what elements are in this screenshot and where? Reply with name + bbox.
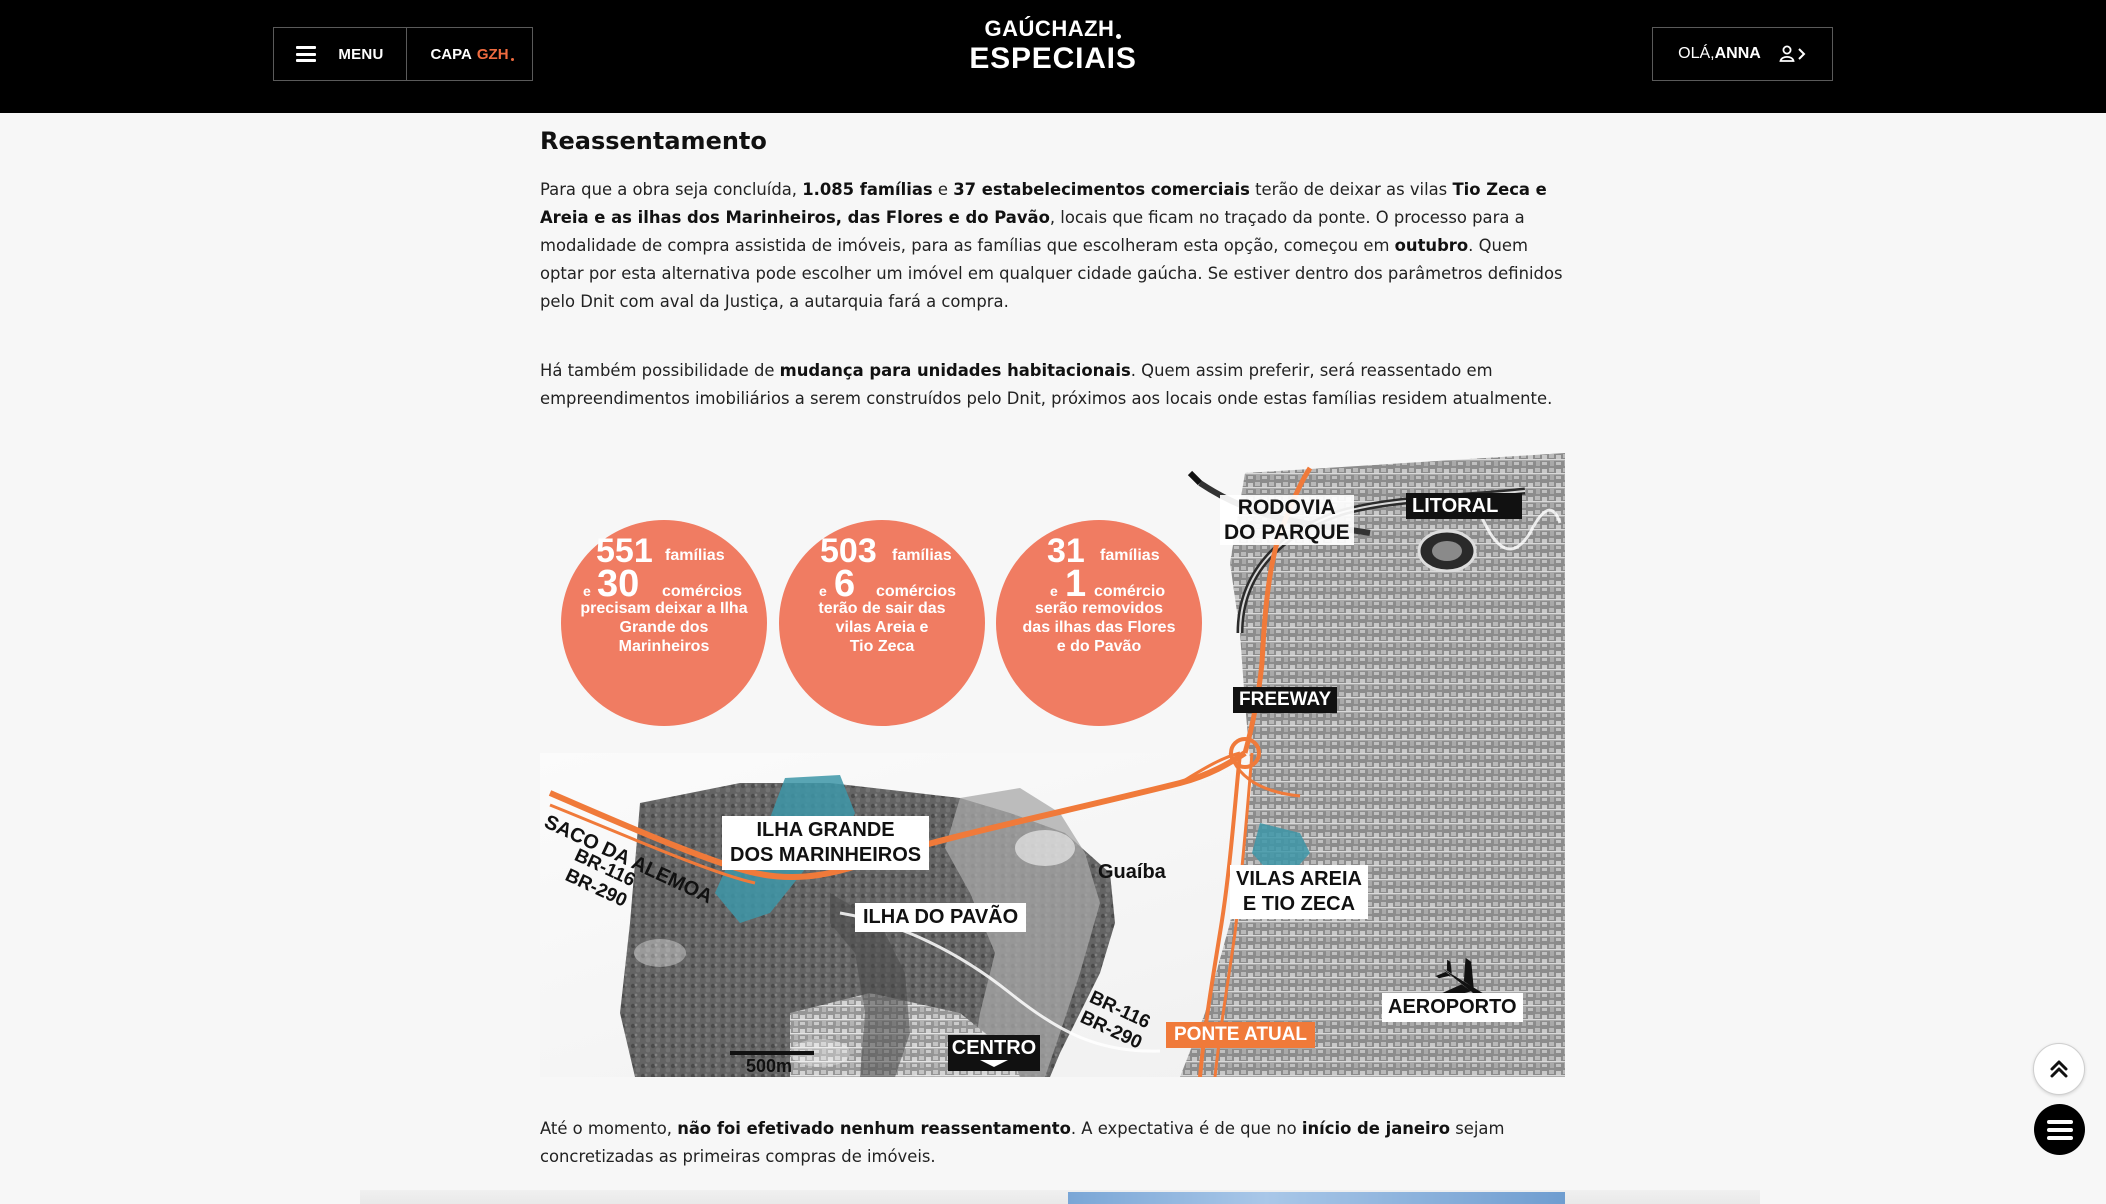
- menu-lines-icon: [2046, 1119, 2073, 1140]
- stat-commerce-word: comércio: [1094, 583, 1166, 600]
- section-heading: Reassentamento: [540, 127, 767, 155]
- stat-circle-vilas: 503 famílias e 6 comércios terão de sair…: [818, 532, 957, 655]
- stat-commerce-number: 30: [597, 563, 640, 605]
- logo-bottom-text: ESPECIAIS: [969, 42, 1137, 75]
- menu-group: MENU CAPA GZH: [273, 27, 533, 81]
- gzh-brand-label: GZH: [476, 45, 514, 63]
- stat-commerce-number: 6: [834, 563, 856, 605]
- stat-circle-ilhas-flores-pavao: 31 famílias e 1 comércio serão removidos…: [1022, 532, 1176, 655]
- reassentamento-infographic-map: 551 famílias e 30 comércios precisam dei…: [540, 453, 1565, 1077]
- scroll-to-top-button[interactable]: [2033, 1043, 2085, 1095]
- user-greeting: OLÁ,ANNA: [1678, 45, 1761, 62]
- label-aeroporto: AEROPORTO: [1382, 993, 1523, 1022]
- paragraph-reassentamento: Para que a obra seja concluída, 1.085 fa…: [540, 180, 1563, 311]
- label-vilas-areia-tio-zeca: VILAS AREIA E TIO ZECA: [1230, 865, 1368, 919]
- next-photo-edge: [1068, 1192, 1565, 1204]
- stat-families-word: famílias: [892, 547, 952, 564]
- label-ilha-grande-dos-marinheiros: ILHA GRANDE DOS MARINHEIROS: [722, 816, 930, 870]
- double-chevron-up-icon: [2050, 1060, 2068, 1078]
- scale-bar: [730, 1051, 814, 1055]
- stadium-icon: [1417, 529, 1477, 573]
- logo-top-text: GAÚCHAZH: [984, 16, 1115, 41]
- label-scale-500m: 500m: [746, 1056, 793, 1076]
- label-ponte-atual: PONTE ATUAL: [1166, 1022, 1315, 1048]
- paragraph-unidades-habitacionais: Há também possibilidade de mudança para …: [540, 361, 1553, 408]
- user-name: ANNA: [1714, 45, 1761, 62]
- stat-circle-ilha-grande: 551 famílias e 30 comércios precisam dei…: [580, 532, 748, 655]
- capa-label: CAPA: [430, 45, 472, 63]
- label-rodovia-do-parque: RODOVIA DO PARQUE: [1220, 495, 1354, 545]
- hamburger-icon: [296, 46, 317, 62]
- stat-commerce-number: 1: [1065, 563, 1087, 605]
- label-ilha-do-pavao: ILHA DO PAVÃO: [855, 903, 1027, 932]
- stat-families-word: famílias: [665, 547, 725, 564]
- label-centro: CENTRO: [951, 1037, 1037, 1059]
- stat-commerce-word: comércios: [662, 583, 743, 600]
- menu-button[interactable]: MENU: [274, 28, 407, 80]
- menu-label: MENU: [338, 45, 384, 63]
- label-litoral: LITORAL: [1406, 493, 1523, 519]
- stat-families-word: famílias: [1100, 547, 1160, 564]
- label-freeway: FREEWAY: [1233, 687, 1338, 713]
- top-navigation-bar: MENU CAPA GZH GAÚCHAZH ESPECIAIS OLÁ,ANN…: [0, 0, 2106, 113]
- capa-gzh-link[interactable]: CAPA GZH: [407, 28, 532, 80]
- user-chevron-icon: [1779, 45, 1807, 63]
- label-guaiba: Guaíba: [1098, 861, 1166, 883]
- floating-menu-button[interactable]: [2034, 1104, 2085, 1155]
- stat-commerce-word: comércios: [876, 583, 957, 600]
- user-account-button[interactable]: OLÁ,ANNA: [1652, 27, 1833, 81]
- paragraph-expectativa: Até o momento, não foi efetivado nenhum …: [540, 1119, 1505, 1166]
- gauchazh-especiais-logo[interactable]: GAÚCHAZH ESPECIAIS: [930, 16, 1176, 86]
